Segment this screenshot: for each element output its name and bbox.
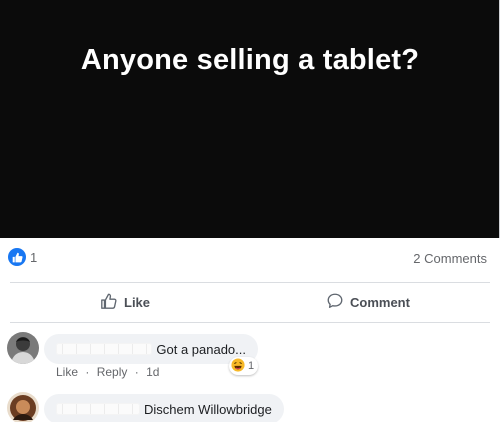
post-image[interactable]: Anyone selling a tablet? xyxy=(0,0,500,238)
redacted-name xyxy=(56,343,153,355)
comment-meta: Like · Reply · 1d xyxy=(56,365,159,379)
redacted-name xyxy=(56,403,140,415)
laugh-emoji-icon xyxy=(231,357,245,375)
post-action-bar: Like Comment xyxy=(0,284,500,320)
like-label: Like xyxy=(124,294,151,310)
avatar[interactable] xyxy=(7,332,39,364)
like-button[interactable]: Like xyxy=(100,284,150,320)
reaction-count: 1 xyxy=(248,360,255,372)
avatar[interactable] xyxy=(7,392,39,422)
comment-bubble[interactable]: Got a panado... xyxy=(44,334,258,364)
comment-bubble[interactable]: Dischem Willowbridge xyxy=(44,394,284,422)
comment-reply-link[interactable]: Reply xyxy=(97,365,128,379)
thumbs-up-icon[interactable] xyxy=(8,248,26,266)
separator: · xyxy=(134,365,139,379)
thumbs-up-outline-icon xyxy=(100,292,118,313)
comments-count-link[interactable]: 2 Comments xyxy=(413,251,487,266)
post-text: Anyone selling a tablet? xyxy=(80,44,420,76)
reaction-count-badge[interactable]: 1 xyxy=(229,357,259,375)
reaction-stats-bar: 1 2 Comments xyxy=(0,238,500,282)
comment-bubble-icon xyxy=(326,292,344,313)
comment-label: Comment xyxy=(350,294,410,310)
comment-button[interactable]: Comment xyxy=(326,284,410,320)
comment-like-link[interactable]: Like xyxy=(56,365,78,379)
separator: · xyxy=(85,365,90,379)
like-count[interactable]: 1 xyxy=(30,250,37,265)
comment-text: Got a panado... xyxy=(156,341,246,357)
divider xyxy=(10,282,490,283)
comment-text: Dischem Willowbridge xyxy=(144,401,272,417)
comment-timestamp[interactable]: 1d xyxy=(146,365,159,379)
divider xyxy=(10,322,490,323)
